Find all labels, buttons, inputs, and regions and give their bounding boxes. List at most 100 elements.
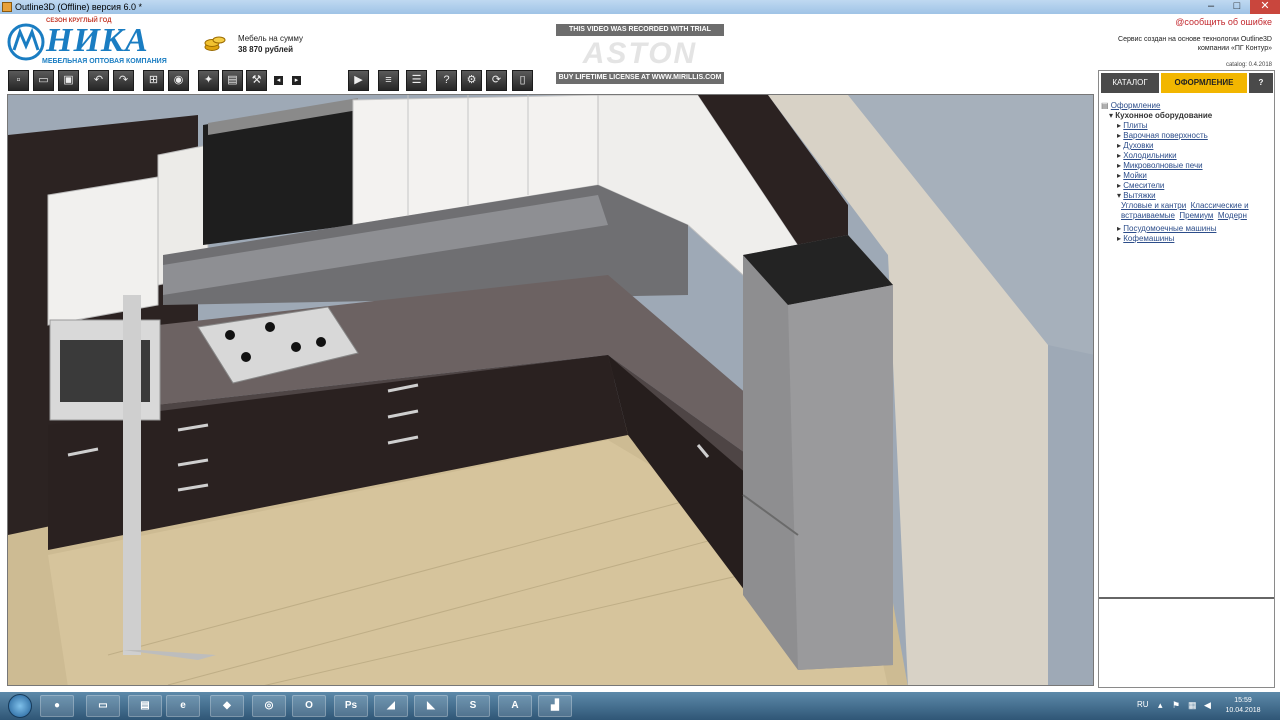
hood-type-link[interactable]: Угловые и кантри <box>1121 201 1186 210</box>
start-button[interactable] <box>8 694 32 718</box>
tree-item[interactable]: ▸ Смесители <box>1101 181 1271 191</box>
tray-language[interactable]: RU <box>1137 700 1149 709</box>
design-tree: ▤ Оформление ▾ Кухонное оборудование ▸ П… <box>1101 101 1271 244</box>
maximize-button[interactable]: □ <box>1224 0 1250 14</box>
tree-item-link[interactable]: Посудомоечные машины <box>1123 224 1216 233</box>
tree-item[interactable]: ▸ Духовки <box>1101 141 1271 151</box>
tree-item-link[interactable]: Микроволновые печи <box>1123 161 1202 170</box>
opera-icon[interactable]: O <box>292 695 326 717</box>
outline3d-icon[interactable]: ▟ <box>538 695 572 717</box>
open-icon[interactable]: ▭ <box>33 70 54 91</box>
undo-icon[interactable]: ↶ <box>88 70 109 91</box>
trial-banner-top: THIS VIDEO WAS RECORDED WITH TRIAL VERSI… <box>556 24 724 45</box>
service-note: Сервис создан на основе технологии Outli… <box>1092 35 1272 53</box>
tree-item[interactable]: ▾ Вытяжки <box>1101 191 1271 201</box>
furniture-sum-value: 38 870 рублей <box>238 45 294 54</box>
page-icon[interactable]: ▯ <box>512 70 533 91</box>
tree-item[interactable]: ▸ Холодильники <box>1101 151 1271 161</box>
tree-item[interactable]: ▸ Варочная поверхность <box>1101 131 1271 141</box>
chrome-icon[interactable]: ◎ <box>252 695 286 717</box>
tree-item[interactable]: ▸ Кофемашины <box>1101 234 1271 244</box>
list-icon[interactable]: ☰ <box>406 70 427 91</box>
tray-volume-icon[interactable]: ◀ <box>1204 700 1214 710</box>
skype-icon[interactable]: S <box>456 695 490 717</box>
tree-item-link[interactable]: Смесители <box>1123 181 1164 190</box>
minimize-button[interactable]: – <box>1198 0 1224 14</box>
app-icon <box>2 2 12 12</box>
hood-types: Угловые и кантри Классические и встраива… <box>1101 201 1271 221</box>
camera-icon[interactable]: ◉ <box>168 70 189 91</box>
help-icon[interactable]: ? <box>436 70 457 91</box>
tree-item[interactable]: ▸ Мойки <box>1101 171 1271 181</box>
report-error-link[interactable]: @сообщить об ошибке <box>1175 17 1272 27</box>
windows-taskbar: ● ▭ ▤ e ◆ ◎ O Ps ◢ ◣ S A ▟ RU ▴ ⚑ ▦ ◀ 15… <box>0 692 1280 720</box>
collapsed-arrow-icon: ▸ <box>1117 141 1122 150</box>
catalog-version: catalog: 0.4.2018 <box>1225 62 1272 68</box>
service-note-line-1: Сервис создан на основе технологии Outli… <box>1118 36 1272 43</box>
design-panel: КАТАЛОГ ОФОРМЛЕНИЕ ? ▤ Оформление ▾ Кухо… <box>1098 70 1275 688</box>
app3-icon[interactable]: A <box>498 695 532 717</box>
tab-help[interactable]: ? <box>1249 73 1273 93</box>
coins-icon <box>204 36 226 51</box>
media-icon[interactable]: ◆ <box>210 695 244 717</box>
tree-item[interactable]: ▸ Плиты <box>1101 121 1271 131</box>
wrench-icon[interactable]: ⚒ <box>246 70 267 91</box>
tree-root-link[interactable]: Оформление <box>1111 101 1161 110</box>
grid-icon[interactable]: ⊞ <box>143 70 164 91</box>
hood-type-link[interactable]: Модерн <box>1218 211 1247 220</box>
3d-viewport[interactable] <box>7 94 1094 686</box>
tool2-icon[interactable]: ▤ <box>222 70 243 91</box>
panel-divider <box>1099 597 1274 599</box>
expanded-arrow-icon: ▾ <box>1109 111 1114 120</box>
tree-root[interactable]: ▤ Оформление <box>1101 101 1271 111</box>
tray-flag-icon[interactable]: ⚑ <box>1172 700 1182 710</box>
logo-emblem-icon <box>7 23 45 61</box>
tree-item-link[interactable]: Холодильники <box>1123 151 1176 160</box>
folder-icon[interactable]: ▤ <box>128 695 162 717</box>
kitchen-scene <box>8 95 1093 685</box>
voice-icon[interactable]: ● <box>40 695 74 717</box>
refresh-icon[interactable]: ⟳ <box>486 70 507 91</box>
tree-item[interactable]: ▸ Микроволновые печи <box>1101 161 1271 171</box>
tray-network-icon[interactable]: ▦ <box>1188 700 1198 710</box>
new-icon[interactable]: ▫ <box>8 70 29 91</box>
tree-item-link[interactable]: Кофемашины <box>1123 234 1174 243</box>
tree-item-link[interactable]: Плиты <box>1123 121 1147 130</box>
explorer-icon[interactable]: ▭ <box>86 695 120 717</box>
hood-type-link[interactable]: Премиум <box>1179 211 1213 220</box>
tree-group-label: Кухонное оборудование <box>1115 111 1213 120</box>
collapsed-arrow-icon: ▸ <box>1117 224 1122 233</box>
tab-catalog[interactable]: КАТАЛОГ <box>1101 73 1159 93</box>
folder-icon: ▤ <box>1101 101 1109 110</box>
photoshop-icon[interactable]: Ps <box>334 695 368 717</box>
clock-time: 15:59 <box>1234 697 1252 704</box>
logo-word: НИКА <box>46 22 149 59</box>
window-title: Outline3D (Offline) версия 6.0 * <box>15 2 142 12</box>
app2-icon[interactable]: ◣ <box>414 695 448 717</box>
trial-banner-bottom: BUY LIFETIME LICENSE AT WWW.MIRILLIS.COM <box>556 72 724 84</box>
collapsed-arrow-icon: ▸ <box>1117 171 1122 180</box>
right-icon[interactable]: ▸ <box>292 76 301 85</box>
tree-item-link[interactable]: Духовки <box>1123 141 1153 150</box>
tree-item-link[interactable]: Варочная поверхность <box>1123 131 1208 140</box>
close-button[interactable]: ✕ <box>1250 0 1280 14</box>
redo-icon[interactable]: ↷ <box>113 70 134 91</box>
tree-item-link[interactable]: Вытяжки <box>1123 191 1155 200</box>
logo-subtitle: МЕБЕЛЬНАЯ ОПТОВАЯ КОМПАНИЯ <box>42 58 167 65</box>
collapsed-arrow-icon: ▸ <box>1117 161 1122 170</box>
tool-icon[interactable]: ✦ <box>198 70 219 91</box>
tray-clock[interactable]: 15:59 10.04.2018 <box>1222 696 1264 716</box>
stack-icon[interactable]: ≡ <box>378 70 399 91</box>
ie-icon[interactable]: e <box>166 695 200 717</box>
tree-item[interactable]: ▸ Посудомоечные машины <box>1101 224 1271 234</box>
tree-item-link[interactable]: Мойки <box>1123 171 1147 180</box>
record-icon[interactable]: ▶ <box>348 70 369 91</box>
tree-group[interactable]: ▾ Кухонное оборудование <box>1101 111 1271 121</box>
tools-icon[interactable]: ⚙ <box>461 70 482 91</box>
service-note-line-2: компании «ПГ Контур» <box>1197 45 1272 52</box>
save-icon[interactable]: ▣ <box>58 70 79 91</box>
left-icon[interactable]: ◂ <box>274 76 283 85</box>
app-icon[interactable]: ◢ <box>374 695 408 717</box>
tab-design[interactable]: ОФОРМЛЕНИЕ <box>1161 73 1247 93</box>
tray-arrow-icon[interactable]: ▴ <box>1158 700 1168 710</box>
